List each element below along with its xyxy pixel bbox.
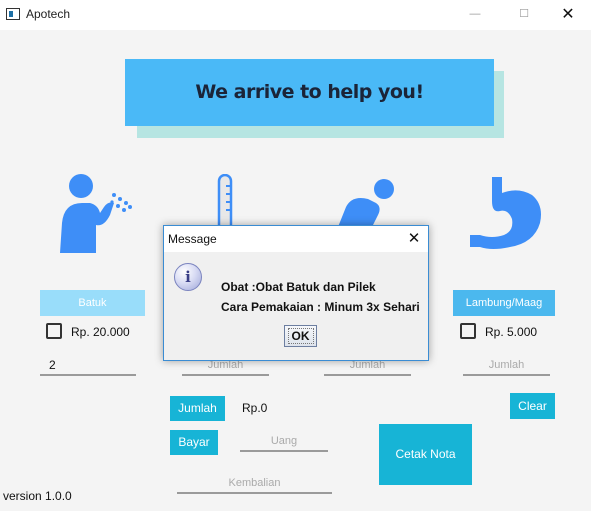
version-label: version 1.0.0 (3, 489, 72, 503)
coughing-person-icon (52, 173, 136, 253)
quantity-field-batuk[interactable]: 2 (40, 356, 136, 376)
dialog-titlebar: Message ✕ (164, 226, 428, 252)
dialog-title: Message (168, 232, 217, 246)
minimize-button[interactable]: — (452, 0, 498, 30)
uang-field[interactable]: Uang (240, 432, 328, 452)
dialog-message-line-1: Obat :Obat Batuk dan Pilek (221, 280, 376, 294)
jumlah-button[interactable]: Jumlah (170, 396, 225, 421)
category-label-batuk[interactable]: Batuk (40, 290, 145, 316)
dialog-close-button[interactable]: ✕ (402, 228, 426, 250)
bayar-button[interactable]: Bayar (170, 430, 218, 455)
total-value: Rp.0 (242, 401, 268, 415)
banner-text: We arrive to help you! (195, 81, 424, 103)
dialog-message-line-2: Cara Pemakaian : Minum 3x Sehari (221, 300, 420, 314)
stomach-ache-person-icon (332, 177, 402, 227)
stomach-icon (470, 177, 546, 253)
window-title: Apotech (26, 7, 71, 21)
quantity-field-maag[interactable]: Jumlah (463, 356, 550, 376)
window-titlebar: Apotech — ☐ ✕ (0, 0, 591, 30)
message-dialog: Message ✕ i Obat :Obat Batuk dan Pilek C… (163, 225, 429, 361)
maximize-button[interactable]: ☐ (501, 0, 547, 30)
kembalian-field[interactable]: Kembalian (177, 474, 332, 494)
thermometer-icon (211, 174, 239, 230)
banner: We arrive to help you! (125, 59, 494, 126)
app-icon (6, 8, 20, 20)
checkbox-batuk[interactable] (46, 323, 62, 339)
category-label-maag[interactable]: Lambung/Maag (453, 290, 555, 316)
price-maag: Rp. 5.000 (485, 325, 538, 339)
cetak-nota-button[interactable]: Cetak Nota (379, 424, 472, 485)
checkbox-maag[interactable] (460, 323, 476, 339)
ok-button[interactable]: OK (284, 325, 317, 347)
clear-button[interactable]: Clear (510, 393, 555, 419)
info-icon: i (174, 263, 202, 291)
ok-button-label: OK (287, 328, 314, 344)
close-button[interactable]: ✕ (545, 0, 591, 30)
price-batuk: Rp. 20.000 (71, 325, 130, 339)
